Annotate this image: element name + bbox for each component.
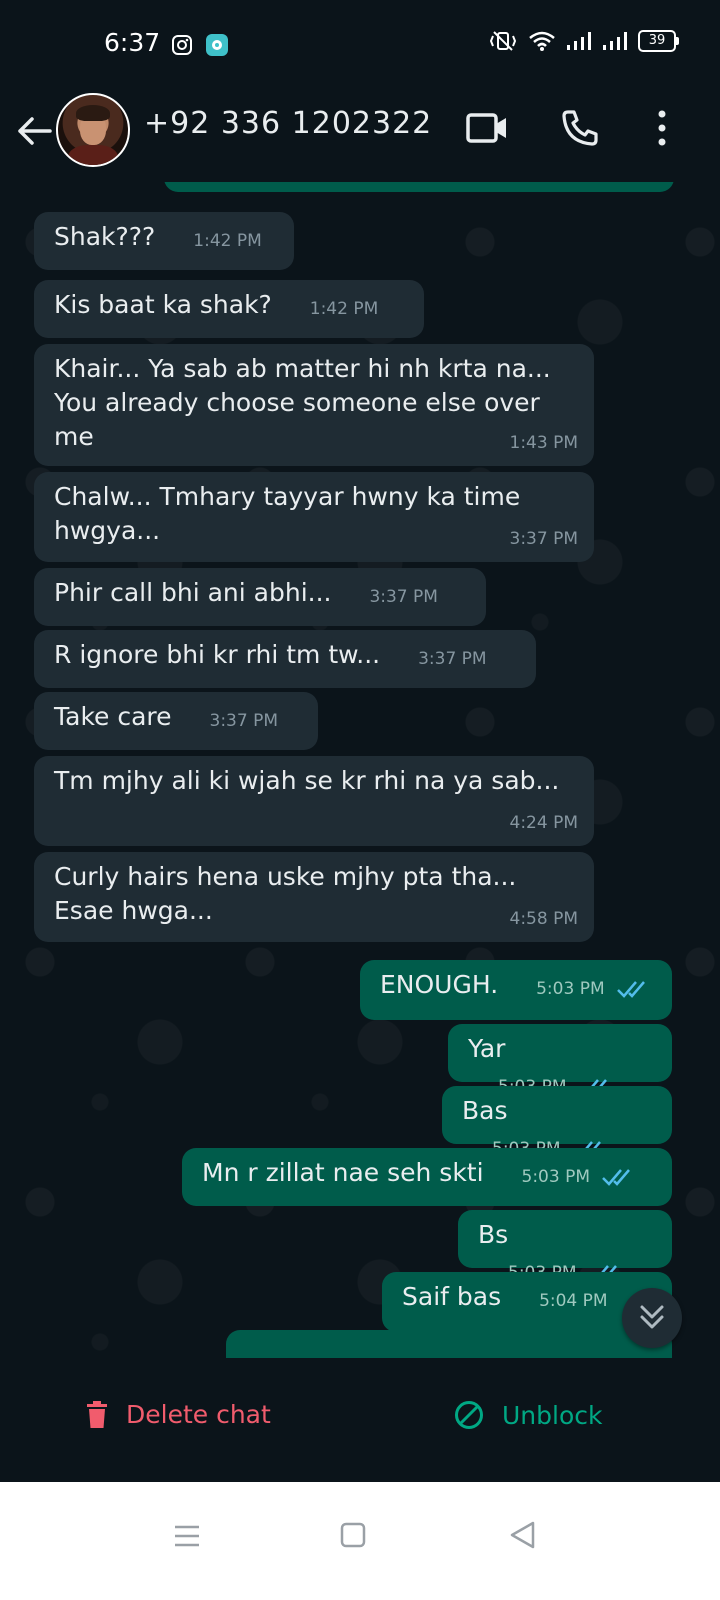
message-text: Chalw... Tmhary tayyar hwny ka time hwgy… <box>54 482 521 545</box>
arrow-left-icon[interactable] <box>16 116 52 146</box>
message-text: Tm mjhy ali ki wjah se kr rhi na ya sab.… <box>54 766 560 795</box>
trash-icon <box>87 1400 107 1428</box>
double-chevron-down-icon <box>640 1305 664 1329</box>
message-time: 4:24 PM <box>509 813 579 833</box>
signal-icon-2 <box>603 32 627 50</box>
message-text: Yar <box>468 1034 506 1063</box>
message-bubble-outgoing[interactable]: Bs 5:03 PM <box>458 1210 672 1283</box>
message-bubble-outgoing[interactable]: ENOUGH. 5:03 PM <box>360 960 672 1020</box>
message-text: ENOUGH. <box>380 970 499 999</box>
message-text: Take care <box>54 702 172 731</box>
message-bubble-partial <box>164 182 674 192</box>
status-time: 6:37 <box>104 28 161 57</box>
message-time: 3:37 PM <box>209 711 279 731</box>
read-receipt-icon <box>617 981 645 998</box>
message-time: 4:58 PM <box>509 909 579 929</box>
message-bubble-outgoing[interactable]: Mn r zillat nae seh skti 5:03 PM <box>182 1148 672 1206</box>
unblock-button[interactable]: Unblock <box>454 1400 602 1430</box>
battery-icon: 39 <box>638 30 679 52</box>
message-meta: 5:03 PM <box>536 972 650 1006</box>
message-time: 3:37 PM <box>509 529 579 549</box>
blocked-contact-actions: Delete chat Unblock <box>0 1358 720 1482</box>
message-bubble-incoming[interactable]: Khair... Ya sab ab matter hi nh krta na.… <box>34 344 594 466</box>
message-bubble-incoming[interactable]: Curly hairs hena uske mjhy pta tha... Es… <box>34 852 594 942</box>
message-time: 3:37 PM <box>418 649 487 669</box>
message-text: Bs <box>478 1220 509 1249</box>
instagram-icon <box>172 35 192 55</box>
message-time: 1:43 PM <box>509 433 579 453</box>
message-bubble-incoming[interactable]: Take care 3:37 PM <box>34 692 318 750</box>
message-time: 5:04 PM <box>539 1291 608 1311</box>
wifi-icon <box>529 31 555 51</box>
chat-header: +92 336 1202322 <box>0 90 720 182</box>
message-meta: 5:04 PM <box>539 1284 608 1318</box>
status-bar: 6:37 39 <box>0 0 720 90</box>
more-vertical-icon[interactable] <box>652 108 672 148</box>
circle-slash-icon <box>455 1401 483 1429</box>
message-bubble-incoming[interactable]: Kis baat ka shak? 1:42 PM <box>34 280 424 338</box>
chat-area[interactable]: Shak??? 1:42 PM Kis baat ka shak? 1:42 P… <box>0 182 720 1358</box>
message-bubble-incoming[interactable]: Chalw... Tmhary tayyar hwny ka time hwgy… <box>34 472 594 562</box>
message-time: 5:03 PM <box>521 1167 591 1187</box>
phone-icon[interactable] <box>560 108 600 148</box>
message-text: Khair... Ya sab ab matter hi nh krta na.… <box>54 354 551 451</box>
message-text: Phir call bhi ani abhi... <box>54 578 332 607</box>
system-navigation-bar <box>0 1482 720 1600</box>
message-time: 1:42 PM <box>193 231 262 251</box>
signal-icon-1 <box>567 32 591 50</box>
delete-chat-button[interactable]: Delete chat <box>86 1400 271 1429</box>
scroll-to-bottom-button[interactable] <box>622 1288 682 1348</box>
video-camera-icon[interactable] <box>466 112 508 144</box>
message-text: Shak??? <box>54 222 156 251</box>
recent-apps-icon[interactable] <box>174 1524 200 1548</box>
message-bubble-outgoing[interactable]: Yar 5:03 PM <box>448 1024 672 1097</box>
message-bubble-incoming[interactable]: Phir call bhi ani abhi... 3:37 PM <box>34 568 486 626</box>
app-notification-icon <box>206 34 228 56</box>
message-time: 5:03 PM <box>536 979 605 999</box>
message-text: Mn r zillat nae seh skti <box>202 1158 484 1187</box>
contact-name[interactable]: +92 336 1202322 <box>144 106 432 141</box>
message-bubble-incoming[interactable]: Shak??? 1:42 PM <box>34 212 294 270</box>
message-bubble-incoming[interactable]: R ignore bhi kr rhi tm tw... 3:37 PM <box>34 630 536 688</box>
message-time: 3:37 PM <box>369 587 438 607</box>
message-text: Saif bas <box>402 1282 502 1311</box>
delete-chat-label: Delete chat <box>126 1400 271 1429</box>
message-text: R ignore bhi kr rhi tm tw... <box>54 640 381 669</box>
back-triangle-icon[interactable] <box>508 1520 536 1550</box>
avatar[interactable] <box>56 93 130 167</box>
message-text: Bas <box>462 1096 508 1125</box>
message-bubble-partial <box>226 1330 672 1358</box>
unblock-label: Unblock <box>502 1400 603 1430</box>
status-icons: 39 <box>488 30 679 52</box>
message-text: Curly hairs hena uske mjhy pta tha... Es… <box>54 862 517 925</box>
message-text: Kis baat ka shak? <box>54 290 272 319</box>
message-bubble-outgoing[interactable]: Bas 5:03 PM <box>442 1086 672 1159</box>
home-icon[interactable] <box>340 1522 366 1548</box>
message-bubble-incoming[interactable]: Tm mjhy ali ki wjah se kr rhi na ya sab.… <box>34 756 594 846</box>
read-receipt-icon <box>602 1169 631 1186</box>
message-meta: 5:03 PM <box>522 1160 636 1194</box>
vibrate-icon <box>489 31 517 51</box>
message-time: 1:42 PM <box>309 299 379 319</box>
